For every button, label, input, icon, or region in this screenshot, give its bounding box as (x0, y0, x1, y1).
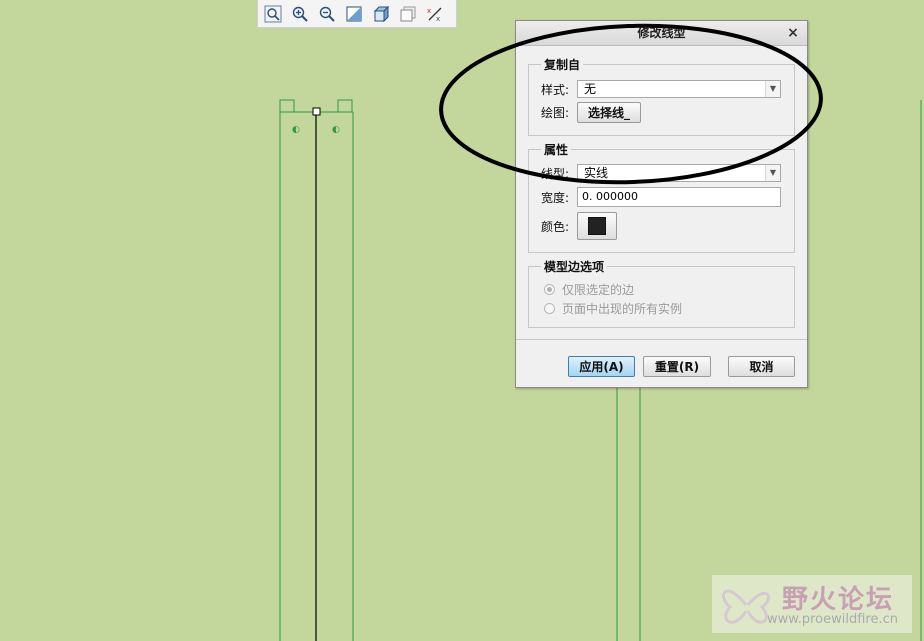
svg-text:x: x (436, 15, 440, 23)
radio-label: 仅限选定的边 (562, 283, 635, 297)
attributes-title: 属性 (544, 143, 569, 157)
selection-handle[interactable] (312, 107, 321, 116)
radio-label: 页面中出现的所有实例 (562, 302, 683, 316)
drawing-label: 绘图: (541, 106, 570, 120)
color-picker-button[interactable] (577, 212, 617, 240)
linetype-row: 线型: 实线 ▼ (541, 164, 781, 182)
repaint-button[interactable] (342, 2, 366, 26)
reset-button[interactable]: 重置(R) (643, 356, 711, 377)
style-label: 样式: (541, 82, 570, 97)
zoom-refit-icon (264, 5, 282, 22)
drawing-row: 绘图: 选择线_ (541, 102, 641, 123)
hole-mark: ◐ (292, 125, 300, 135)
layer-icon (400, 6, 416, 21)
radio-button[interactable] (544, 284, 555, 295)
zoom-in-button[interactable] (288, 2, 312, 26)
chevron-down-icon[interactable]: ▼ (765, 81, 780, 97)
dialog-separator (516, 339, 807, 340)
width-input[interactable]: 0. 000000 (577, 187, 781, 207)
color-row: 颜色: (541, 212, 617, 240)
dialog-title: 修改线型 (637, 26, 686, 40)
copy-from-title: 复制自 (544, 58, 581, 72)
radio-selected-edges[interactable]: 仅限选定的边 (544, 281, 634, 298)
hole-mark: ◐ (332, 125, 340, 135)
watermark-url: www.proewildfire.cn (767, 612, 898, 627)
close-icon[interactable]: × (785, 21, 801, 45)
radio-all-instances[interactable]: 页面中出现的所有实例 (544, 300, 682, 317)
graphics-toolbar: xx (257, 0, 457, 28)
color-label: 颜色: (541, 219, 570, 234)
color-swatch (588, 217, 606, 235)
model-edge[interactable] (337, 99, 353, 112)
layer-button[interactable] (396, 2, 420, 26)
cancel-button[interactable]: 取消 (728, 356, 795, 377)
zoom-out-icon (319, 6, 335, 22)
width-label: 宽度: (541, 190, 570, 205)
model-edge-options-title: 模型边选项 (544, 260, 605, 274)
watermark: 野火论坛 www.proewildfire.cn (712, 575, 912, 633)
chevron-down-icon[interactable]: ▼ (765, 165, 780, 181)
svg-text:x: x (427, 7, 431, 15)
repaint-icon (346, 6, 362, 21)
view-3d-icon (373, 5, 390, 22)
width-row: 宽度: 0. 000000 (541, 187, 781, 207)
select-line-button[interactable]: 选择线_ (577, 102, 641, 123)
zoom-refit-button[interactable] (261, 2, 285, 26)
apply-button[interactable]: 应用(A) (568, 356, 635, 377)
linetype-label: 线型: (541, 166, 570, 181)
modify-line-style-dialog: 修改线型 × 复制自 样式: 无 ▼ 绘图: 选择线_ 属性 线型: 实线 ▼ … (515, 20, 808, 388)
display-toggle-icon: xx (427, 7, 442, 23)
watermark-brand: 野火论坛 (782, 585, 895, 615)
display-toggle-button[interactable]: xx (423, 2, 447, 26)
dialog-title-bar[interactable]: 修改线型 × (516, 21, 807, 46)
model-edge[interactable] (279, 99, 295, 112)
zoom-in-icon (292, 6, 308, 22)
style-value: 无 (584, 82, 597, 96)
view-3d-button[interactable] (369, 2, 393, 26)
style-row: 样式: 无 ▼ (541, 80, 781, 98)
radio-button[interactable] (544, 303, 555, 314)
zoom-out-button[interactable] (315, 2, 339, 26)
linetype-select[interactable]: 实线 ▼ (577, 164, 781, 182)
style-select[interactable]: 无 ▼ (577, 80, 781, 98)
linetype-value: 实线 (584, 166, 609, 180)
